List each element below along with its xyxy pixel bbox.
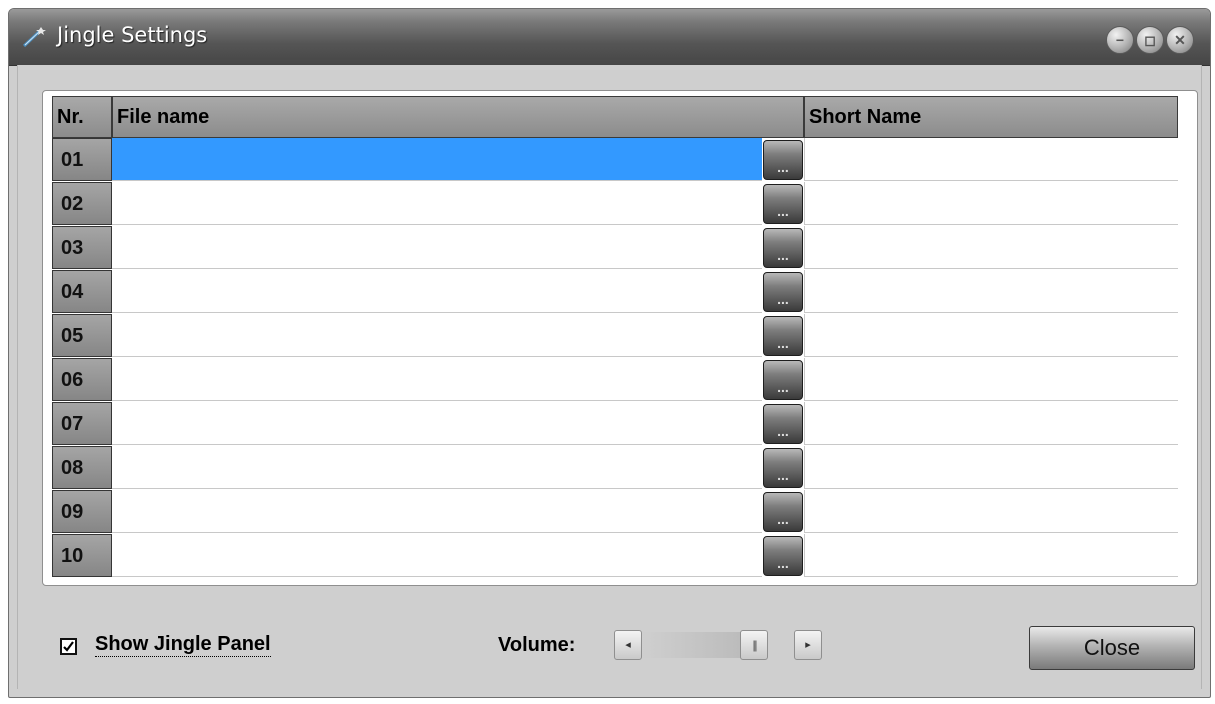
file-name-cell[interactable] [112,138,762,181]
show-jingle-panel-checkbox[interactable] [60,638,77,655]
window-close-button[interactable]: ✕ [1166,26,1194,54]
browse-file-button[interactable]: ... [763,184,803,224]
table-row[interactable]: 05... [52,314,1178,358]
table-row[interactable]: 07... [52,402,1178,446]
row-number: 04 [52,270,112,313]
table-row[interactable]: 01... [52,138,1178,182]
table-row[interactable]: 09... [52,490,1178,534]
short-name-cell[interactable] [804,358,1178,401]
table-row[interactable]: 10... [52,534,1178,578]
browse-file-button[interactable]: ... [763,448,803,488]
browse-file-button[interactable]: ... [763,272,803,312]
short-name-cell[interactable] [804,270,1178,313]
file-name-cell[interactable] [112,182,762,225]
show-jingle-panel-label[interactable]: Show Jingle Panel [95,632,271,657]
file-name-cell[interactable] [112,402,762,445]
short-name-cell[interactable] [804,490,1178,533]
file-name-cell[interactable] [112,270,762,313]
file-name-cell[interactable] [112,490,762,533]
column-header-nr[interactable]: Nr. [52,96,112,138]
short-name-cell[interactable] [804,402,1178,445]
row-number: 09 [52,490,112,533]
volume-slider-thumb[interactable]: ||| [740,630,768,660]
restore-button[interactable]: ◻ [1136,26,1164,54]
file-name-cell[interactable] [112,226,762,269]
jingle-wand-icon [22,27,46,48]
row-number: 08 [52,446,112,489]
table-row[interactable]: 06... [52,358,1178,402]
volume-decrease-button[interactable]: ◂ [614,630,642,660]
browse-file-button[interactable]: ... [763,360,803,400]
volume-label: Volume: [498,634,576,656]
short-name-cell[interactable] [804,138,1178,181]
check-mark-icon [63,641,74,652]
table-row[interactable]: 04... [52,270,1178,314]
row-number: 03 [52,226,112,269]
title-bar[interactable]: Jingle Settings − ◻ ✕ [9,9,1210,66]
short-name-cell[interactable] [804,446,1178,489]
browse-file-button[interactable]: ... [763,228,803,268]
short-name-cell[interactable] [804,226,1178,269]
file-name-cell[interactable] [112,534,762,577]
browse-file-button[interactable]: ... [763,316,803,356]
column-header-file-name[interactable]: File name [112,96,804,138]
file-name-cell[interactable] [112,314,762,357]
close-button[interactable]: Close [1029,626,1195,670]
browse-file-button[interactable]: ... [763,404,803,444]
short-name-cell[interactable] [804,182,1178,225]
minimize-button[interactable]: − [1106,26,1134,54]
column-header-short-name[interactable]: Short Name [804,96,1178,138]
browse-file-button[interactable]: ... [763,536,803,576]
row-number: 05 [52,314,112,357]
file-name-cell[interactable] [112,446,762,489]
browse-file-button[interactable]: ... [763,140,803,180]
row-number: 02 [52,182,112,225]
table-row[interactable]: 08... [52,446,1178,490]
row-number: 01 [52,138,112,181]
table-row[interactable]: 03... [52,226,1178,270]
row-number: 06 [52,358,112,401]
browse-file-button[interactable]: ... [763,492,803,532]
table-row[interactable]: 02... [52,182,1178,226]
short-name-cell[interactable] [804,534,1178,577]
short-name-cell[interactable] [804,314,1178,357]
window-title: Jingle Settings [57,23,208,47]
file-name-cell[interactable] [112,358,762,401]
row-number: 10 [52,534,112,577]
row-number: 07 [52,402,112,445]
volume-increase-button[interactable]: ▸ [794,630,822,660]
